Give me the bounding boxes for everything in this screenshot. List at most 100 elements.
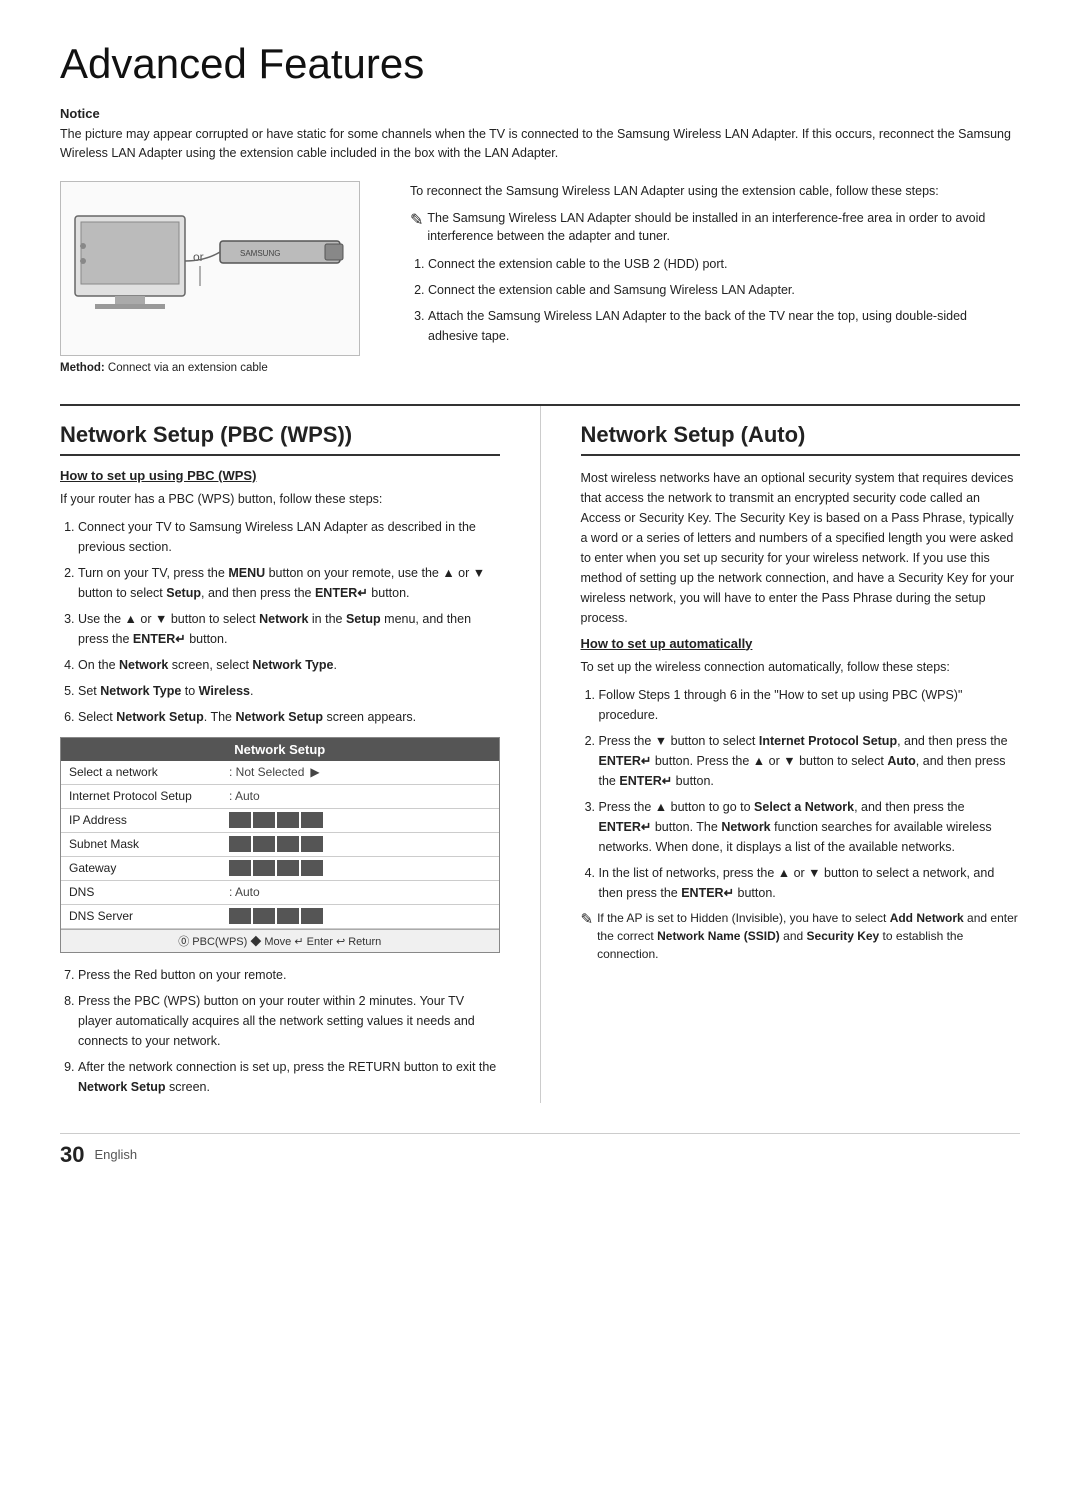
page-language: English [94, 1147, 137, 1162]
note-icon: ✎ [410, 209, 423, 233]
pbc-step-6: Select Network Setup. The Network Setup … [78, 707, 500, 727]
auto-note-text: If the AP is set to Hidden (Invisible), … [597, 909, 1020, 963]
notice-section: Notice The picture may appear corrupted … [60, 106, 1020, 163]
reconnect-intro: To reconnect the Samsung Wireless LAN Ad… [410, 181, 1020, 201]
subnet-block-1 [229, 836, 251, 852]
auto-column: Network Setup (Auto) Most wireless netwo… [581, 406, 1021, 1103]
pbc-title: Network Setup (PBC (WPS)) [60, 422, 500, 456]
auto-steps-intro: To set up the wireless connection automa… [581, 657, 1021, 677]
ip-value [229, 812, 491, 828]
reconnect-note-text: The Samsung Wireless LAN Adapter should … [427, 209, 1020, 247]
gateway-block-4 [301, 860, 323, 876]
reconnect-note: ✎ The Samsung Wireless LAN Adapter shoul… [410, 209, 1020, 247]
auto-subsection-title: How to set up automatically [581, 636, 1021, 651]
svg-text:or: or [193, 250, 204, 264]
gateway-block-3 [277, 860, 299, 876]
column-divider [540, 406, 541, 1103]
dns-label: DNS [69, 885, 229, 899]
auto-step-2: Press the ▼ button to select Internet Pr… [599, 731, 1021, 791]
method-text: Connect via an extension cable [108, 362, 268, 374]
gateway-blocks [229, 860, 323, 876]
pbc-steps-after: Press the Red button on your remote. Pre… [78, 965, 500, 1097]
reconnect-step-1: Connect the extension cable to the USB 2… [428, 254, 1020, 274]
auto-intro: Most wireless networks have an optional … [581, 468, 1021, 628]
ip-block-3 [277, 812, 299, 828]
pbc-steps: Connect your TV to Samsung Wireless LAN … [78, 517, 500, 727]
gateway-label: Gateway [69, 861, 229, 875]
reconnect-step-3: Attach the Samsung Wireless LAN Adapter … [428, 306, 1020, 346]
dns-block-3 [277, 908, 299, 924]
top-content: or SAMSUNG Method: Connect via an extens… [60, 181, 1020, 374]
reconnect-step-2: Connect the extension cable and Samsung … [428, 280, 1020, 300]
pbc-subsection-title: How to set up using PBC (WPS) [60, 468, 500, 483]
ips-value: : Auto [229, 789, 491, 803]
diagram-label: Method: Connect via an extension cable [60, 362, 380, 374]
network-row-ip: IP Address [61, 809, 499, 833]
subnet-block-3 [277, 836, 299, 852]
auto-steps: Follow Steps 1 through 6 in the "How to … [599, 685, 1021, 903]
subnet-blocks [229, 836, 323, 852]
dns-value: : Auto [229, 885, 491, 899]
two-col-layout: Network Setup (PBC (WPS)) How to set up … [60, 406, 1020, 1103]
ip-block-4 [301, 812, 323, 828]
subnet-label: Subnet Mask [69, 837, 229, 851]
pbc-step-9: After the network connection is set up, … [78, 1057, 500, 1097]
network-row-select: Select a network : Not Selected ▶ [61, 761, 499, 785]
pbc-step-7: Press the Red button on your remote. [78, 965, 500, 985]
dns-block-2 [253, 908, 275, 924]
auto-title: Network Setup (Auto) [581, 422, 1021, 456]
reconnect-instructions: To reconnect the Samsung Wireless LAN Ad… [410, 181, 1020, 374]
gateway-block-2 [253, 860, 275, 876]
dns-block-1 [229, 908, 251, 924]
reconnect-steps: Connect the extension cable to the USB 2… [428, 254, 1020, 346]
ip-block-2 [253, 812, 275, 828]
gateway-value [229, 860, 491, 876]
diagram-image: or SAMSUNG [60, 181, 360, 356]
notice-label: Notice [60, 106, 1020, 121]
dns-block-4 [301, 908, 323, 924]
select-network-text: : Not Selected [229, 765, 304, 779]
network-setup-header: Network Setup [61, 738, 499, 761]
network-setup-box: Network Setup Select a network : Not Sel… [60, 737, 500, 953]
auto-note: ✎ If the AP is set to Hidden (Invisible)… [581, 909, 1021, 963]
auto-step-4: In the list of networks, press the ▲ or … [599, 863, 1021, 903]
page-number: 30 [60, 1142, 84, 1168]
pbc-step-1: Connect your TV to Samsung Wireless LAN … [78, 517, 500, 557]
auto-step-3: Press the ▲ button to go to Select a Net… [599, 797, 1021, 857]
method-bold: Method: [60, 362, 105, 374]
page-title: Advanced Features [60, 40, 1020, 88]
ip-label: IP Address [69, 813, 229, 827]
network-row-ips: Internet Protocol Setup : Auto [61, 785, 499, 809]
dns-server-value [229, 908, 491, 924]
subnet-block-4 [301, 836, 323, 852]
notice-text: The picture may appear corrupted or have… [60, 125, 1020, 163]
subnet-block-2 [253, 836, 275, 852]
pbc-step-5: Set Network Type to Wireless. [78, 681, 500, 701]
diagram-svg: or SAMSUNG [65, 186, 355, 351]
pbc-step-4: On the Network screen, select Network Ty… [78, 655, 500, 675]
network-row-gateway: Gateway [61, 857, 499, 881]
select-arrow-icon: ▶ [310, 765, 319, 779]
dns-server-label: DNS Server [69, 909, 229, 923]
pbc-step-8: Press the PBC (WPS) button on your route… [78, 991, 500, 1051]
network-row-dns-server: DNS Server [61, 905, 499, 929]
pbc-step-3: Use the ▲ or ▼ button to select Network … [78, 609, 500, 649]
auto-step-1: Follow Steps 1 through 6 in the "How to … [599, 685, 1021, 725]
ip-block-1 [229, 812, 251, 828]
subnet-value [229, 836, 491, 852]
ip-blocks [229, 812, 323, 828]
network-row-subnet: Subnet Mask [61, 833, 499, 857]
dns-server-blocks [229, 908, 323, 924]
svg-text:SAMSUNG: SAMSUNG [240, 249, 280, 258]
pbc-intro: If your router has a PBC (WPS) button, f… [60, 489, 500, 509]
note-pencil-icon: ✎ [581, 909, 594, 932]
select-network-value: : Not Selected ▶ [229, 765, 491, 779]
ips-label: Internet Protocol Setup [69, 789, 229, 803]
bottom-bar: 30 English [60, 1133, 1020, 1168]
select-network-label: Select a network [69, 765, 229, 779]
diagram-area: or SAMSUNG Method: Connect via an extens… [60, 181, 380, 374]
network-footer: ⓪ PBC(WPS) ◆ Move ↵ Enter ↩ Return [61, 929, 499, 952]
gateway-block-1 [229, 860, 251, 876]
pbc-column: Network Setup (PBC (WPS)) How to set up … [60, 406, 500, 1103]
network-row-dns: DNS : Auto [61, 881, 499, 905]
